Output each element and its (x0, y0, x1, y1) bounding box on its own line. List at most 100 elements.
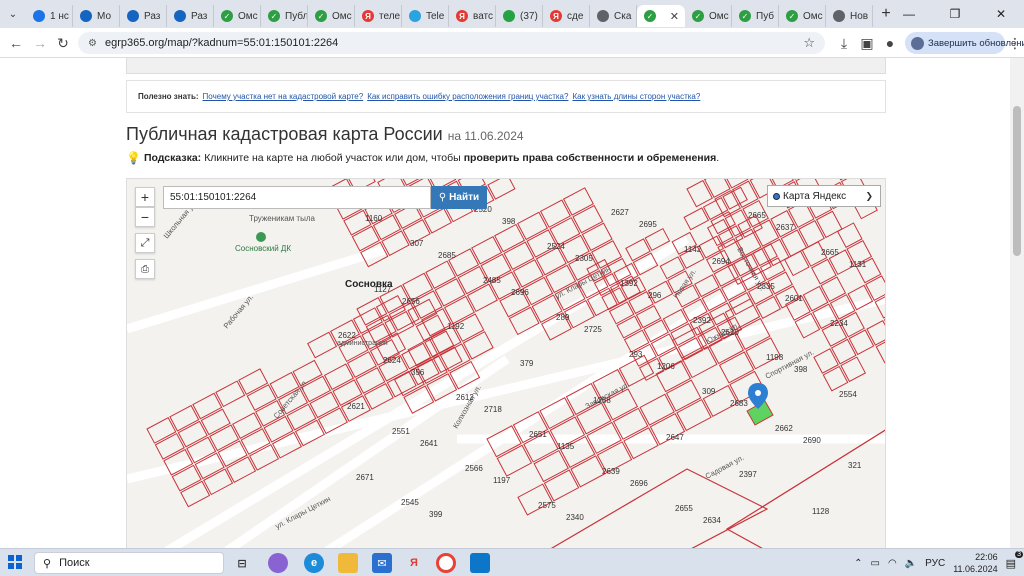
parcel[interactable] (840, 356, 867, 383)
tab-9[interactable]: Яватс (449, 5, 496, 27)
windows-start-icon[interactable] (8, 555, 22, 569)
tab-16[interactable]: ✓ Омс (779, 5, 826, 27)
parcel[interactable] (346, 351, 377, 378)
edge-icon[interactable]: e (304, 553, 324, 573)
parcel[interactable] (866, 319, 886, 346)
tab-3[interactable]: Раз (167, 5, 214, 27)
wifi-icon[interactable]: ◠ (888, 558, 897, 569)
tab-5[interactable]: ✓ Публ (261, 5, 308, 27)
back-button[interactable]: ← (6, 33, 26, 53)
notification-icon[interactable]: ▤ 3 (1006, 550, 1023, 570)
parcel[interactable] (783, 250, 810, 277)
parcel[interactable] (169, 404, 200, 432)
parcel[interactable] (401, 342, 432, 370)
parcel[interactable] (423, 207, 452, 234)
address-bar[interactable]: ⚙ egrp365.org/map/?kadnum=55:01:150101:2… (78, 32, 825, 54)
tab-search-button[interactable]: ⌄ (0, 0, 26, 28)
side-panel-icon[interactable]: ▣ (857, 33, 877, 53)
parcel[interactable] (694, 274, 720, 298)
map-canvas[interactable]: 2053072485289293309266232125452520252413… (127, 179, 886, 548)
parcel[interactable] (246, 384, 277, 411)
zoom-in-button[interactable]: + (135, 187, 155, 207)
parcel[interactable] (200, 408, 231, 436)
parcel[interactable] (177, 420, 208, 448)
zoom-out-button[interactable]: − (135, 207, 155, 227)
tab-12[interactable]: Ска (590, 5, 637, 27)
find-button[interactable]: ⚲ Найти (431, 186, 487, 209)
parcel[interactable] (822, 365, 849, 392)
url-text[interactable]: egrp365.org/map/?kadnum=55:01:150101:226… (105, 37, 338, 49)
parcel[interactable] (351, 225, 380, 252)
parcel[interactable] (616, 315, 642, 339)
parcel[interactable] (232, 412, 263, 439)
parcel[interactable] (415, 314, 446, 342)
parcel[interactable] (811, 258, 837, 285)
chevron-up-icon[interactable]: ⌃ (854, 558, 862, 569)
task-view-icon[interactable]: ⊟ (232, 553, 252, 573)
tab-2[interactable]: Раз (120, 5, 167, 27)
parcel[interactable] (813, 348, 839, 374)
parcel[interactable] (154, 432, 185, 460)
maximize-button[interactable]: ❐ (932, 0, 978, 28)
parcel[interactable] (363, 382, 394, 410)
close-window-button[interactable]: ✕ (978, 0, 1024, 28)
parcel[interactable] (608, 301, 635, 325)
chrome-icon[interactable] (436, 553, 456, 573)
parcel[interactable] (635, 305, 662, 329)
tab-4[interactable]: ✓ Омс (214, 5, 261, 27)
parcel[interactable] (802, 285, 829, 312)
parcel[interactable] (713, 263, 740, 287)
parcel[interactable] (300, 375, 332, 403)
parcel[interactable] (307, 331, 338, 359)
tab-8[interactable]: Tele (402, 5, 449, 27)
mail-icon[interactable]: ✉ (372, 553, 392, 573)
tab-7[interactable]: Ятеле (355, 5, 402, 27)
tab-6[interactable]: ✓ Омс (308, 5, 355, 27)
tab-11[interactable]: Ясде (543, 5, 590, 27)
menu-icon[interactable]: ⋮ (1005, 33, 1024, 53)
update-button[interactable]: Завершить обновление (905, 32, 1024, 54)
scrollbar-thumb[interactable] (1013, 106, 1021, 256)
yandex-browser-icon[interactable]: Я (404, 553, 424, 573)
parcel[interactable] (625, 238, 651, 262)
parcel[interactable] (659, 256, 686, 280)
taskbar-search[interactable]: ⚲ Поиск (34, 552, 224, 574)
parcel[interactable] (238, 368, 269, 395)
parcel[interactable] (209, 424, 240, 452)
map-layer-select[interactable]: Карта Яндекс ❯ (767, 185, 881, 207)
parcel[interactable] (683, 207, 710, 231)
parcel[interactable] (755, 295, 782, 319)
print-icon[interactable]: ⎙ (135, 259, 155, 279)
tab-10[interactable]: (37) (496, 5, 543, 27)
app-icon[interactable] (470, 553, 490, 573)
parcel[interactable] (698, 235, 725, 259)
tab-13[interactable]: ✓ ✕ (637, 5, 685, 27)
parcel[interactable] (286, 403, 317, 431)
network-icon[interactable]: ▭ (871, 558, 880, 569)
parcel[interactable] (309, 391, 340, 419)
parcel[interactable] (355, 367, 386, 394)
tab-15[interactable]: ✓ Пуб (732, 5, 779, 27)
minimize-button[interactable]: — (886, 0, 932, 28)
parcel[interactable] (820, 276, 847, 303)
parcel[interactable] (192, 392, 223, 420)
copilot-icon[interactable] (268, 553, 288, 573)
page-scrollbar[interactable] (1010, 58, 1024, 548)
parcel[interactable] (830, 179, 858, 181)
close-tab-icon[interactable]: ✕ (670, 10, 679, 23)
language-indicator[interactable]: РУС (925, 558, 945, 569)
clock[interactable]: 22:06 11.06.2024 (953, 551, 997, 575)
parcel[interactable] (848, 329, 875, 356)
cadastral-map[interactable]: 2053072485289293309266232125452520252413… (126, 178, 886, 548)
parcel[interactable] (215, 380, 246, 408)
tab-0[interactable]: 1 нс (26, 5, 73, 27)
file-explorer-icon[interactable] (338, 553, 358, 573)
download-icon[interactable]: ⤓ (834, 33, 854, 53)
reload-button[interactable]: ↻ (53, 33, 73, 53)
tip-link-missing-parcel[interactable]: Почему участка нет на кадастровой карте? (203, 92, 364, 101)
site-info-icon[interactable]: ⚙ (88, 38, 97, 49)
fullscreen-icon[interactable]: ⤢ (135, 233, 155, 253)
parcel[interactable] (686, 179, 713, 208)
bookmark-star-icon[interactable]: ☆ (803, 35, 815, 51)
profile-icon[interactable]: ● (880, 33, 900, 53)
